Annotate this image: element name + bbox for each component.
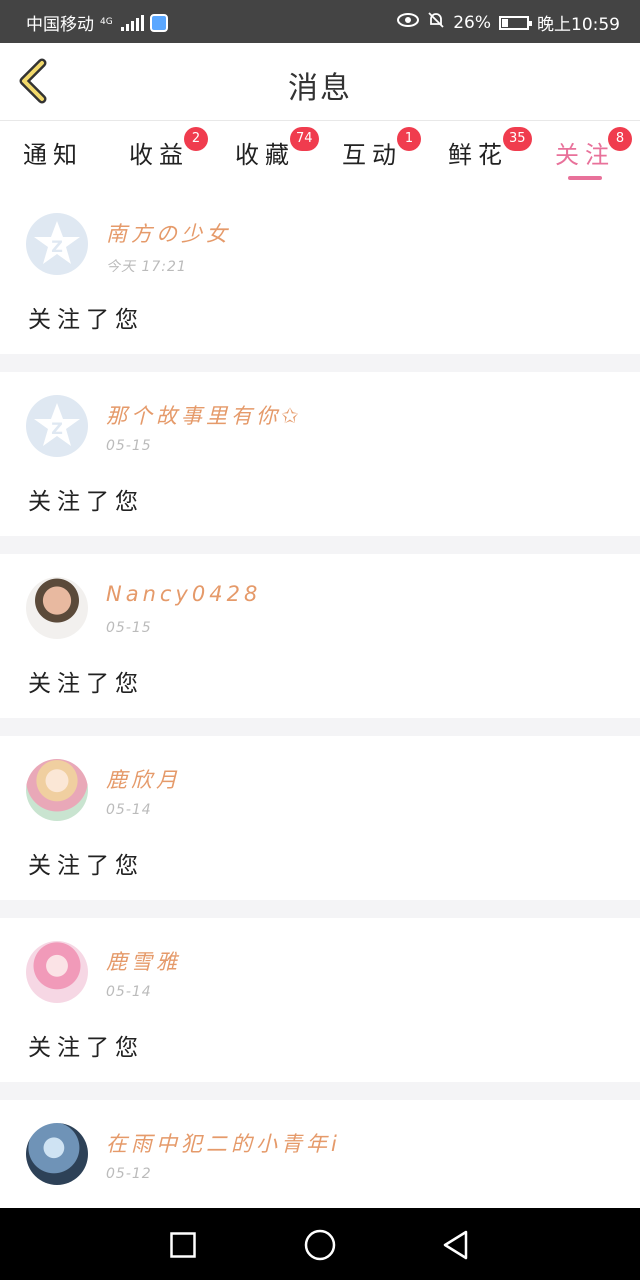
- tab-label: 鲜花: [448, 141, 508, 169]
- tab-label: 通知: [23, 141, 83, 169]
- carrier-label: 中国移动: [26, 15, 94, 35]
- mute-bell-icon: [427, 11, 445, 34]
- divider: [0, 718, 640, 736]
- message-time: 今天 17:21: [106, 259, 187, 275]
- system-nav-bar: [0, 1208, 640, 1280]
- avatar[interactable]: [26, 1123, 88, 1185]
- default-avatar-icon[interactable]: Z: [26, 395, 88, 457]
- avatar[interactable]: [26, 941, 88, 1003]
- tab-badge: 8: [608, 127, 632, 151]
- message-text: 关注了您: [28, 671, 144, 697]
- tab-badge: 35: [503, 127, 532, 151]
- divider: [0, 1082, 640, 1100]
- user-name[interactable]: 在雨中犯二的小青年i: [106, 1128, 341, 1158]
- home-button[interactable]: [304, 1229, 336, 1261]
- message-list: Z 南方の少女 今天 17:21 关注了您 Z 那个故事里有你✩ 05-15 关…: [0, 190, 640, 1264]
- tab-notifications[interactable]: 通知: [0, 135, 106, 170]
- tab-label: 收益: [129, 141, 189, 169]
- message-time: 05-14: [106, 802, 152, 818]
- tab-label: 关注: [555, 141, 615, 169]
- user-name[interactable]: Nancy0428: [106, 582, 261, 606]
- battery-percent: 26%: [453, 12, 491, 33]
- clock: 晚上10:59: [537, 15, 620, 35]
- user-name[interactable]: 南方の少女: [106, 218, 231, 248]
- page-title: 消息: [288, 71, 352, 106]
- signal-icon: [120, 14, 144, 31]
- svg-text:Z: Z: [51, 419, 63, 438]
- tab-badge: 1: [397, 127, 421, 151]
- avatar[interactable]: [26, 759, 88, 821]
- message-text: 关注了您: [28, 1035, 144, 1061]
- tab-label: 收藏: [235, 141, 295, 169]
- message-time: 05-15: [106, 620, 152, 636]
- status-bar: 中国移动 4G 26% 晚上10:59: [0, 0, 640, 43]
- list-item[interactable]: 鹿雪雅 05-14 关注了您: [0, 918, 640, 1082]
- tab-label: 互动: [342, 141, 402, 169]
- tab-badge: 2: [184, 127, 208, 151]
- active-tab-indicator: [568, 176, 602, 180]
- divider: [0, 900, 640, 918]
- network-type: 4G: [100, 17, 113, 27]
- list-item[interactable]: 鹿欣月 05-14 关注了您: [0, 736, 640, 900]
- triangle-back-icon: [443, 1230, 468, 1260]
- square-icon: [170, 1232, 196, 1258]
- divider: [0, 354, 640, 372]
- battery-icon: [499, 15, 532, 30]
- circle-icon: [304, 1229, 336, 1261]
- user-name[interactable]: 鹿欣月: [106, 764, 181, 794]
- message-text: 关注了您: [28, 489, 144, 515]
- svg-text:Z: Z: [51, 237, 63, 256]
- default-avatar-icon[interactable]: Z: [26, 213, 88, 275]
- list-item[interactable]: Z 南方の少女 今天 17:21 关注了您: [0, 190, 640, 354]
- user-name[interactable]: 那个故事里有你✩: [106, 400, 303, 430]
- message-time: 05-14: [106, 984, 152, 1000]
- back-nav-button[interactable]: [441, 1230, 471, 1260]
- app-header: 消息: [0, 43, 640, 120]
- app-notification-icon: [149, 13, 168, 32]
- eye-comfort-icon: [397, 12, 420, 33]
- tab-follows[interactable]: 关注 8: [532, 127, 638, 170]
- tab-earnings[interactable]: 收益 2: [106, 127, 212, 170]
- tab-favorites[interactable]: 收藏 74: [212, 127, 319, 170]
- status-left: 中国移动 4G: [26, 10, 168, 35]
- message-text: 关注了您: [28, 853, 144, 879]
- message-time: 05-12: [106, 1166, 152, 1182]
- message-text: 关注了您: [28, 307, 144, 333]
- tab-interactions[interactable]: 互动 1: [319, 127, 425, 170]
- tab-bar: 通知 收益 2 收藏 74 互动 1 鲜花 35 关注 8: [0, 120, 640, 185]
- list-item[interactable]: Z 那个故事里有你✩ 05-15 关注了您: [0, 372, 640, 536]
- tab-badge: 74: [290, 127, 319, 151]
- divider: [0, 536, 640, 554]
- message-time: 05-15: [106, 438, 152, 454]
- status-right: 26% 晚上10:59: [397, 10, 620, 35]
- recents-button[interactable]: [170, 1232, 196, 1258]
- user-name[interactable]: 鹿雪雅: [106, 946, 181, 976]
- list-item[interactable]: Nancy0428 05-15 关注了您: [0, 554, 640, 718]
- avatar[interactable]: [26, 577, 88, 639]
- tab-flowers[interactable]: 鲜花 35: [425, 127, 532, 170]
